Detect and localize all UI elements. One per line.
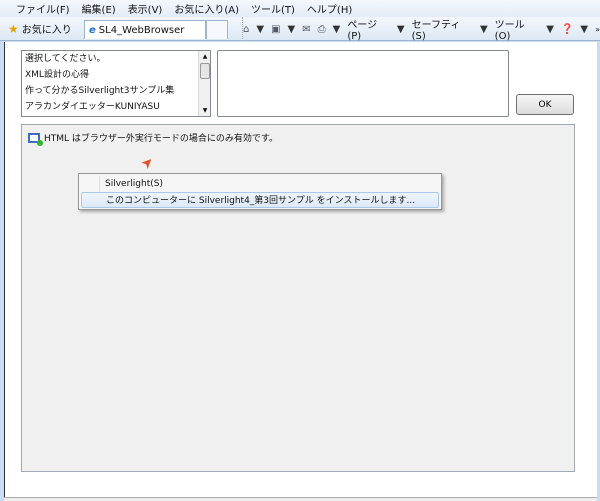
text-input[interactable] <box>217 50 509 117</box>
menu-tools[interactable]: ツール(T) <box>251 1 295 16</box>
menu-view[interactable]: 表示(V) <box>128 1 163 16</box>
context-item-silverlight[interactable]: Silverlight(S) <box>81 176 439 192</box>
chevron-down-icon[interactable]: ▼ <box>288 24 296 35</box>
notice-text: HTML はブラウザー外実行モードの場合にのみ有効です。 <box>44 134 279 144</box>
context-item-install[interactable]: このコンピューターに Silverlight4_第3回サンプル をインストールし… <box>81 192 439 208</box>
chevron-down-icon: ▼ <box>479 23 488 35</box>
status-bar <box>4 497 597 501</box>
ie-icon: e <box>89 24 96 36</box>
menu-bar: ファイル(F) 編集(E) 表示(V) お気に入り(A) ツール(T) ヘルプ(… <box>0 0 600 17</box>
list-item[interactable]: XML設計の心得 <box>22 67 210 83</box>
list-item[interactable]: 作って分かるSilverlight3サンプル集 <box>22 83 210 99</box>
favorites-label: お気に入り <box>21 25 72 36</box>
ok-button[interactable]: OK <box>516 94 574 115</box>
star-icon: ★ <box>8 21 19 36</box>
menu-help[interactable]: ヘルプ(H) <box>307 1 352 16</box>
help-icon[interactable]: ❓ <box>561 24 573 35</box>
mail-icon[interactable]: ✉ <box>302 24 310 35</box>
command-toolbar: ★ お気に入り e SL4_WebBrowser ⌂ ▼ ▣ ▼ ✉ ⎙ ▼ ページ(P)… <box>0 16 600 42</box>
safety-menu[interactable]: セーフティ(S) <box>412 16 473 42</box>
page-menu[interactable]: ページ(P) <box>347 16 390 42</box>
favorites-button[interactable]: ★ お気に入り <box>0 21 78 37</box>
tab-title: SL4_WebBrowser <box>98 24 185 36</box>
menu-file[interactable]: ファイル(F) <box>16 1 70 16</box>
rss-feed-icon[interactable]: ▣ <box>271 24 280 35</box>
context-menu: Silverlight(S) このコンピューターに Silverlight4_第… <box>78 173 442 210</box>
listbox[interactable]: 選択してください。 XML設計の心得 作って分かるSilverlight3サンプ… <box>21 50 211 117</box>
chevron-down-icon: ▼ <box>580 23 589 35</box>
menu-favorites[interactable]: お気に入り(A) <box>174 1 239 16</box>
scroll-up-icon[interactable]: ▲ <box>199 53 211 60</box>
cursor-arrow-icon: ➤ <box>138 153 158 173</box>
chevron-down-icon: ▼ <box>546 23 554 35</box>
scroll-down-icon[interactable]: ▼ <box>199 107 211 114</box>
tab-sl4-webbrowser[interactable]: e SL4_WebBrowser <box>84 20 206 39</box>
home-icon[interactable]: ⌂ <box>243 24 249 35</box>
chevron-down-icon[interactable]: ▼ <box>333 24 341 35</box>
window-icon <box>28 132 43 146</box>
new-tab-button[interactable] <box>206 20 228 39</box>
scroll-thumb[interactable] <box>200 63 210 79</box>
page-content: 選択してください。 XML設計の心得 作って分かるSilverlight3サンプ… <box>4 42 597 497</box>
tools-menu[interactable]: ツール(O) <box>495 16 540 42</box>
menu-edit[interactable]: 編集(E) <box>82 1 116 16</box>
chevron-down-icon[interactable]: ▼ <box>256 24 264 35</box>
scrollbar[interactable]: ▲ ▼ <box>198 51 210 116</box>
overflow-chevron-icon[interactable]: » <box>595 25 600 34</box>
chevron-down-icon: ▼ <box>396 23 405 35</box>
list-item[interactable]: 選択してください。 <box>22 51 210 67</box>
list-item[interactable]: アラカンダイエッターKUNIYASU <box>22 99 210 115</box>
print-icon[interactable]: ⎙ <box>318 24 326 35</box>
silverlight-panel: HTML はブラウザー外実行モードの場合にのみ有効です。 ➤ Silverlig… <box>21 124 575 472</box>
